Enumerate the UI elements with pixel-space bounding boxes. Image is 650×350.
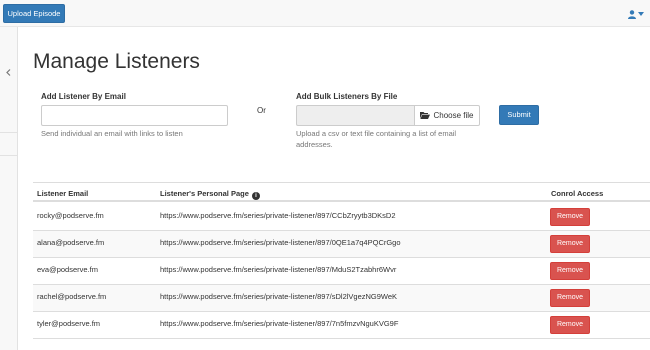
page-title: Manage Listeners: [33, 50, 200, 73]
sidebar-divider: [0, 155, 17, 156]
main-content: Manage Listeners Add Listener By Email S…: [19, 27, 650, 350]
remove-button[interactable]: Remove: [550, 208, 590, 226]
choose-file-label: Choose file: [433, 111, 474, 120]
add-email-label: Add Listener By Email: [41, 92, 126, 101]
email-field[interactable]: [41, 105, 228, 126]
top-navbar: Upload Episode: [0, 0, 650, 27]
column-header-personal-page-label: Listener's Personal Page: [160, 189, 249, 198]
bulk-help-text-line1: Upload a csv or text file containing a l…: [296, 129, 457, 138]
column-header-access: Conrol Access: [551, 189, 604, 198]
listener-page-url: https://www.podserve.fm/series/private-l…: [160, 211, 396, 220]
table-row: alana@podserve.fm https://www.podserve.f…: [33, 231, 650, 258]
table-row: eva@podserve.fm https://www.podserve.fm/…: [33, 258, 650, 285]
listener-email: rocky@podserve.fm: [37, 211, 104, 220]
sidebar: [0, 27, 18, 350]
user-icon: [628, 9, 636, 19]
listener-page-url: https://www.podserve.fm/series/private-l…: [160, 238, 401, 247]
column-header-personal-page: Listener's Personal Page i: [160, 189, 260, 200]
folder-open-icon: [420, 111, 431, 121]
listener-email: alana@podserve.fm: [37, 238, 105, 247]
table-row: rachel@podserve.fm https://www.podserve.…: [33, 285, 650, 312]
sidebar-toggle[interactable]: [3, 67, 13, 79]
bulk-help-text-line2: addresses.: [296, 140, 333, 149]
caret-down-icon: [638, 12, 644, 16]
upload-episode-button[interactable]: Upload Episode: [3, 4, 65, 23]
remove-button[interactable]: Remove: [550, 235, 590, 253]
remove-button[interactable]: Remove: [550, 262, 590, 280]
table-row: tyler@podserve.fm https://www.podserve.f…: [33, 312, 650, 339]
chevron-left-icon: [5, 68, 11, 78]
remove-button[interactable]: Remove: [550, 289, 590, 307]
choose-file-button[interactable]: Choose file: [414, 105, 480, 126]
listener-page-url: https://www.podserve.fm/series/private-l…: [160, 292, 398, 301]
remove-button[interactable]: Remove: [550, 316, 590, 334]
email-help-text: Send individual an email with links to l…: [41, 129, 183, 138]
table-row: rocky@podserve.fm https://www.podserve.f…: [33, 204, 650, 231]
listener-page-url: https://www.podserve.fm/series/private-l…: [160, 319, 399, 328]
listener-page-url: https://www.podserve.fm/series/private-l…: [160, 265, 397, 274]
or-label: Or: [257, 106, 266, 115]
table-header: Listener Email Listener's Personal Page …: [33, 185, 650, 202]
sidebar-divider: [0, 132, 17, 133]
user-menu[interactable]: [628, 8, 644, 20]
listener-email: rachel@podserve.fm: [37, 292, 107, 301]
listener-email: tyler@podserve.fm: [37, 319, 101, 328]
file-name-display: [296, 105, 414, 126]
section-divider: [33, 182, 650, 183]
column-header-email: Listener Email: [37, 189, 89, 198]
listener-email: eva@podserve.fm: [37, 265, 98, 274]
info-circle-icon[interactable]: i: [252, 192, 260, 200]
add-bulk-label: Add Bulk Listeners By File: [296, 92, 398, 101]
submit-button[interactable]: Submit: [499, 105, 539, 125]
